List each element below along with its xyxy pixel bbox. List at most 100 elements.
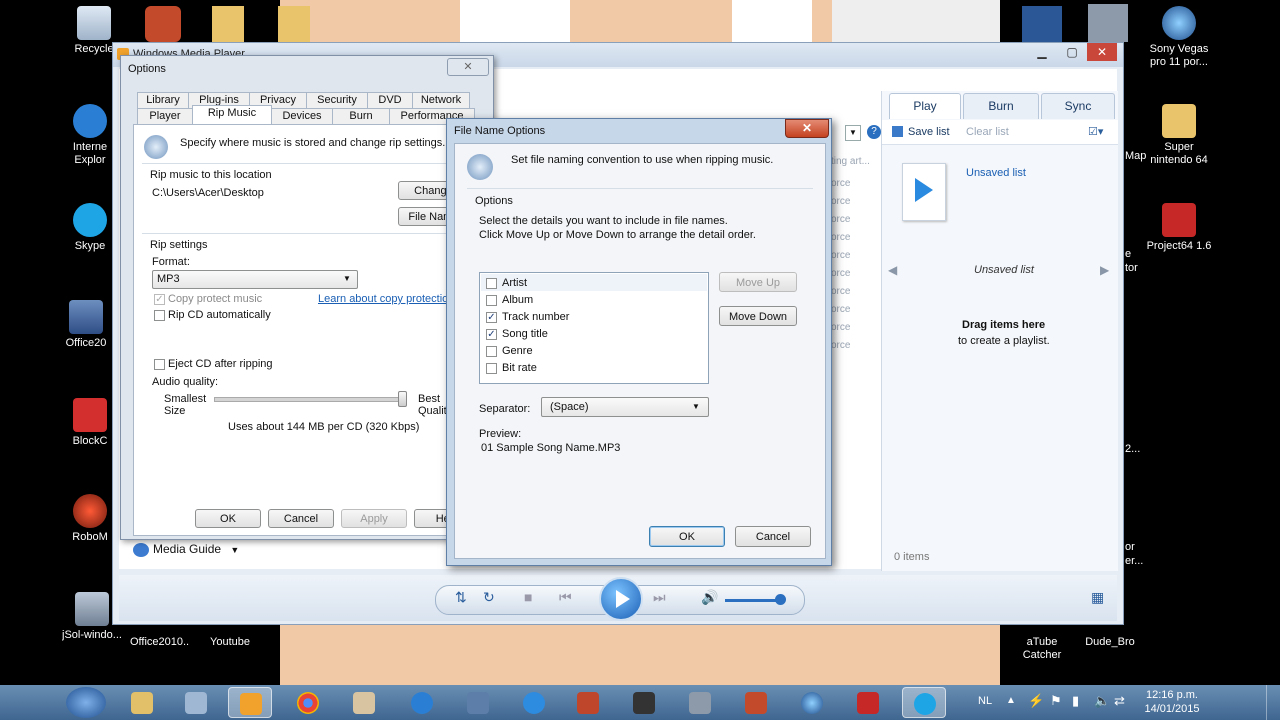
tab-sync[interactable]: Sync bbox=[1041, 93, 1115, 119]
shuffle-icon[interactable]: ⇅ bbox=[455, 589, 467, 606]
taskbar-app[interactable] bbox=[456, 687, 500, 718]
chevron-down-icon: ▼ bbox=[230, 545, 240, 555]
taskbar-skype[interactable] bbox=[902, 687, 946, 718]
move-up-button[interactable]: Move Up bbox=[719, 272, 797, 292]
quality-slider-track[interactable] bbox=[214, 397, 406, 402]
format-select[interactable]: MP3 ▼ bbox=[152, 270, 358, 289]
close-icon[interactable]: ✕ bbox=[447, 58, 489, 76]
start-button[interactable] bbox=[66, 687, 106, 718]
desktop-icon-dude-bro[interactable]: Dude_Bro bbox=[1080, 636, 1140, 649]
flag-icon[interactable]: ⚑ bbox=[1050, 693, 1062, 709]
tab-devices[interactable]: Devices bbox=[271, 108, 333, 124]
album-checkbox[interactable] bbox=[486, 295, 497, 306]
taskbar-app[interactable] bbox=[512, 687, 556, 718]
taskbar-media-player[interactable] bbox=[228, 687, 272, 718]
taskbar-calculator[interactable] bbox=[174, 687, 218, 718]
sync-icon[interactable]: ⇄ bbox=[1114, 693, 1125, 709]
clock[interactable]: 12:16 p.m. 14/01/2015 bbox=[1140, 688, 1204, 716]
desktop-icon-office2010[interactable]: Office20 bbox=[56, 300, 116, 350]
artist-checkbox[interactable] bbox=[486, 278, 497, 289]
tab-burn[interactable]: Burn bbox=[332, 108, 390, 124]
network-icon[interactable]: ▮ bbox=[1072, 693, 1079, 709]
tab-rip-music[interactable]: Rip Music bbox=[192, 105, 272, 124]
ok-button[interactable]: OK bbox=[195, 509, 261, 528]
desktop-icon-skype[interactable]: Skype bbox=[60, 203, 120, 253]
minimize-button[interactable]: ▁ bbox=[1027, 43, 1057, 61]
media-guide-label[interactable]: Media Guide ▼ bbox=[133, 542, 239, 557]
desktop-icon-label: BlockC bbox=[72, 435, 108, 447]
unsaved-list-link[interactable]: Unsaved list bbox=[966, 167, 1026, 179]
help-icon[interactable]: ? bbox=[867, 125, 881, 139]
rip-cd-automatically-checkbox[interactable] bbox=[154, 310, 165, 321]
power-icon[interactable]: ⚡ bbox=[1028, 693, 1044, 709]
repeat-icon[interactable]: ↻ bbox=[483, 589, 495, 606]
maximize-button[interactable]: ▢ bbox=[1057, 43, 1087, 61]
taskbar-app[interactable] bbox=[622, 687, 666, 718]
stop-icon[interactable]: ■ bbox=[524, 589, 532, 605]
tab-burn[interactable]: Burn bbox=[963, 93, 1039, 119]
tab-security[interactable]: Security bbox=[306, 92, 368, 108]
taskbar-internet-explorer[interactable] bbox=[400, 687, 444, 718]
separator-select[interactable]: (Space) ▼ bbox=[541, 397, 709, 417]
taskbar-explorer[interactable] bbox=[120, 687, 164, 718]
details-list: Artist Album ✓ Track number ✓ Song title… bbox=[479, 272, 709, 384]
play-button[interactable] bbox=[599, 577, 643, 621]
folder-icon[interactable] bbox=[278, 6, 310, 42]
taskbar-project64[interactable] bbox=[846, 687, 890, 718]
show-desktop-button[interactable] bbox=[1266, 685, 1280, 720]
previous-icon[interactable]: ⏮ bbox=[559, 589, 572, 606]
apply-button[interactable]: Apply bbox=[341, 509, 407, 528]
next-icon[interactable]: ⏭ bbox=[653, 589, 666, 606]
track-number-checkbox[interactable]: ✓ bbox=[486, 312, 497, 323]
desktop-icon-sony-vegas[interactable]: Sony Vegas pro 11 por... bbox=[1146, 6, 1212, 69]
tab-player[interactable]: Player bbox=[137, 108, 193, 124]
desktop-icon-robomind[interactable]: RoboM bbox=[60, 494, 120, 544]
close-icon[interactable]: ✕ bbox=[785, 119, 829, 138]
language-indicator[interactable]: NL bbox=[978, 695, 992, 707]
volume-icon[interactable]: 🔊 bbox=[701, 589, 718, 606]
taskbar-app[interactable] bbox=[734, 687, 778, 718]
ok-button[interactable]: OK bbox=[649, 526, 725, 547]
save-list-button[interactable]: Save list bbox=[908, 126, 950, 138]
volume-slider-thumb[interactable] bbox=[775, 594, 786, 605]
desktop-icon-office2010-2[interactable]: Office2010... bbox=[130, 636, 190, 649]
song-title-checkbox[interactable]: ✓ bbox=[486, 329, 497, 340]
desktop-icon-atube-catcher[interactable]: aTube Catcher bbox=[1012, 636, 1072, 662]
copy-protect-checkbox[interactable]: ✓ bbox=[154, 294, 165, 305]
tab-dvd[interactable]: DVD bbox=[367, 92, 413, 108]
taskbar-app[interactable] bbox=[678, 687, 722, 718]
folder-icon[interactable] bbox=[212, 6, 244, 42]
cancel-button[interactable]: Cancel bbox=[268, 509, 334, 528]
learn-copy-protection-link[interactable]: Learn about copy protection bbox=[318, 293, 448, 305]
desktop-icon-youtube[interactable]: Youtube bbox=[200, 636, 260, 649]
taskbar-chrome[interactable] bbox=[286, 687, 330, 718]
taskbar-sony-vegas[interactable] bbox=[790, 687, 834, 718]
word-icon[interactable] bbox=[1022, 6, 1062, 42]
genre-checkbox[interactable] bbox=[486, 346, 497, 357]
tab-library[interactable]: Library bbox=[137, 92, 189, 108]
list-options-icon[interactable]: ☑▾ bbox=[1088, 125, 1103, 138]
quality-slider-thumb[interactable] bbox=[398, 391, 407, 407]
tab-network[interactable]: Network bbox=[412, 92, 470, 108]
tab-play[interactable]: Play bbox=[889, 93, 961, 119]
move-down-button[interactable]: Move Down bbox=[719, 306, 797, 326]
clear-list-button[interactable]: Clear list bbox=[966, 126, 1009, 138]
volume-icon[interactable]: 🔈 bbox=[1094, 693, 1110, 709]
desktop-icon-blockcad[interactable]: BlockC bbox=[60, 398, 120, 448]
bit-rate-checkbox[interactable] bbox=[486, 363, 497, 374]
show-hidden-icons[interactable]: ▲ bbox=[1006, 695, 1016, 706]
cancel-button[interactable]: Cancel bbox=[735, 526, 811, 547]
close-button[interactable]: ✕ bbox=[1087, 43, 1117, 61]
desktop-icon-super-nintendo[interactable]: Super nintendo 64 bbox=[1146, 104, 1212, 167]
app-shortcut-icon[interactable] bbox=[1088, 4, 1128, 42]
desktop-icon-project64[interactable]: Project64 1.6 bbox=[1146, 203, 1212, 253]
taskbar-paint[interactable] bbox=[342, 687, 386, 718]
eject-cd-checkbox[interactable] bbox=[154, 359, 165, 370]
app-shortcut-icon[interactable] bbox=[145, 6, 181, 42]
switch-view-icon[interactable]: ▦ bbox=[1091, 589, 1104, 606]
arrow-right-icon[interactable]: ▶ bbox=[1100, 263, 1109, 277]
dropdown-arrow-icon[interactable]: ▼ bbox=[845, 125, 861, 141]
desktop-icon-internet-explorer[interactable]: Interne Explor bbox=[60, 104, 120, 167]
taskbar-app[interactable] bbox=[566, 687, 610, 718]
arrow-left-icon[interactable]: ◀ bbox=[888, 263, 897, 277]
